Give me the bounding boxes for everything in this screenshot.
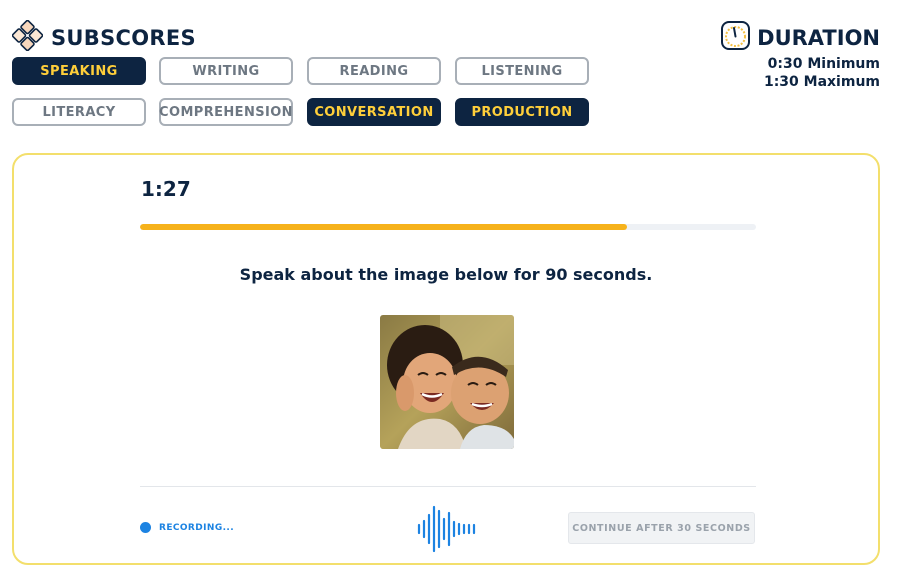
task-prompt: Speak about the image below for 90 secon… <box>239 265 653 284</box>
chip-speaking[interactable]: SPEAKING <box>12 57 146 85</box>
recording-label: RECORDING... <box>159 522 235 533</box>
duration-title: DURATION <box>757 25 880 50</box>
continue-button[interactable]: CONTINUE AFTER 30 SECONDS <box>568 512 755 544</box>
recording-dot-icon <box>140 522 151 533</box>
chip-listening[interactable]: LISTENING <box>455 57 589 85</box>
page: SUBSCORES SPEAKING WRITING READING LISTE… <box>0 0 910 577</box>
task-panel: 1:27 Speak about the image below for 90 … <box>12 153 880 565</box>
audio-waveform-icon <box>416 505 480 557</box>
recording-indicator: RECORDING... <box>140 522 234 533</box>
progress-bar-fill <box>140 224 627 230</box>
duration-maximum: 1:30 Maximum <box>763 74 880 90</box>
chip-comprehension[interactable]: COMPREHENSION <box>159 98 293 126</box>
countdown-timer: 1:27 <box>141 177 191 201</box>
chip-writing[interactable]: WRITING <box>159 57 293 85</box>
subscores-diamond-icon <box>11 19 44 55</box>
subscores-title: SUBSCORES <box>51 25 196 50</box>
prompt-image <box>380 315 514 449</box>
footer-divider <box>140 486 756 487</box>
chip-production[interactable]: PRODUCTION <box>455 98 589 126</box>
chip-literacy[interactable]: LITERACY <box>12 98 146 126</box>
duration-minimum: 0:30 Minimum <box>767 56 880 72</box>
progress-bar <box>140 224 756 230</box>
duration-block: DURATION 0:30 Minimum 1:30 Maximum <box>720 20 880 91</box>
stopwatch-icon <box>720 20 751 55</box>
chip-conversation[interactable]: CONVERSATION <box>307 98 441 126</box>
subscores-header: SUBSCORES <box>11 19 196 55</box>
chip-reading[interactable]: READING <box>307 57 441 85</box>
